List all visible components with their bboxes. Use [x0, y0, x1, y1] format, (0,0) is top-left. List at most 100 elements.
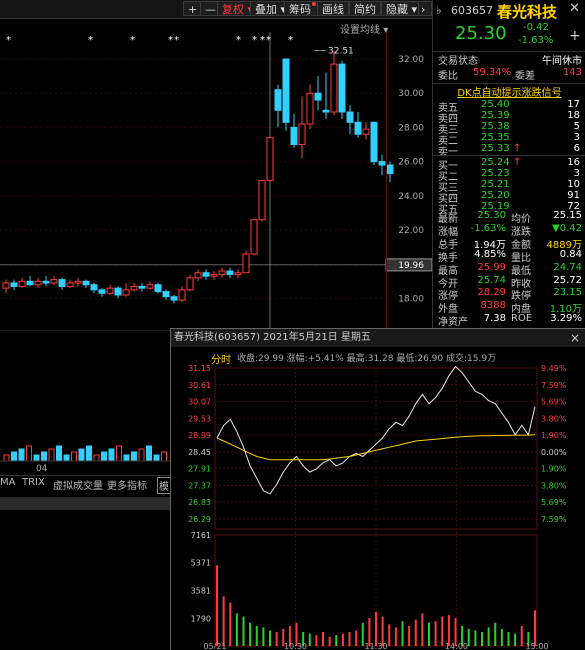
event-star-icon: *: [168, 35, 173, 46]
candle-body: [106, 287, 114, 294]
volume-bar: [161, 451, 167, 462]
arrow-up-icon: ↑: [513, 143, 522, 154]
price-axis-label: 30.07: [188, 398, 211, 407]
volume-axis-label: 7161: [191, 531, 211, 540]
candle-body: [82, 280, 90, 286]
trade-status-value: 午间休市: [542, 56, 582, 67]
candle-body: [330, 63, 338, 113]
volume-bar: [153, 454, 160, 462]
trade-status-label: 交易状态: [438, 56, 478, 67]
price-change-pct: -1.63%: [518, 35, 554, 46]
volume-bar: [56, 445, 62, 462]
indicator-tab-trix[interactable]: TRIX: [22, 477, 45, 488]
close-panel-icon[interactable]: ✕: [569, 1, 580, 16]
kline-chart[interactable]: 32.0030.0028.0026.0024.0022.0020.0018.00…: [0, 32, 432, 332]
popup-title: 春光科技(603657) 2021年5月21日 星期五: [174, 332, 371, 343]
volume-bar: [123, 454, 130, 462]
candle-body: [138, 285, 146, 289]
indicator-tab-ma[interactable]: MA: [0, 477, 15, 488]
event-star-icon: *: [174, 35, 179, 46]
candle-body: [234, 272, 242, 275]
stat-row: 外盘 8388 内盘 1.10万: [433, 300, 585, 315]
indicator-tab-mo[interactable]: 模: [157, 477, 171, 494]
add-watchlist-icon[interactable]: +: [569, 28, 581, 44]
weibi-value: 59.34%: [473, 67, 512, 78]
candle-body: [66, 282, 74, 287]
stock-name: 春光科技: [497, 3, 558, 21]
order-volume: 10: [567, 179, 580, 190]
candle-body: [322, 109, 330, 113]
candle-body: [18, 280, 26, 287]
pct-axis-label: 7.59%: [541, 515, 567, 524]
popup-titlebar[interactable]: 春光科技(603657) 2021年5月21日 星期五 ×: [171, 329, 585, 347]
volume-bar: [131, 451, 137, 462]
close-icon[interactable]: ×: [570, 329, 580, 347]
volume-bar: [48, 448, 55, 462]
order-price: 25.40: [481, 99, 510, 110]
bell-icon[interactable]: ♭: [436, 3, 446, 17]
volume-bar: [63, 454, 70, 462]
stock-code: 603657: [451, 4, 493, 17]
pct-axis-label: 1.90%: [541, 465, 567, 474]
price-axis: [386, 32, 433, 332]
stat-value: 4.85%: [474, 248, 506, 260]
horizontal-scrollbar[interactable]: [0, 497, 170, 510]
volume-bar: [26, 445, 32, 462]
price-axis-label: 31.15: [188, 364, 211, 373]
event-star-icon: *: [260, 35, 265, 46]
stat-value: 0.84: [559, 248, 582, 260]
yincang-button[interactable]: 隐藏 ▾: [381, 1, 423, 16]
event-star-icon: *: [130, 35, 135, 46]
date-axis-label: 04: [36, 464, 48, 474]
volume-bar: [11, 451, 17, 462]
candle-body: [250, 219, 258, 255]
candle-body: [378, 161, 386, 166]
price-axis-label: 26.29: [188, 515, 211, 524]
stat-value: 8388: [480, 300, 506, 312]
order-volume: 5: [573, 121, 580, 132]
candle-body: [50, 279, 58, 284]
candle-body: [146, 284, 154, 289]
order-volume: 18: [567, 110, 580, 121]
intraday-chart[interactable]: 31.15 9.49% 30.61 7.59% 30.07 5.69% 29.53 3.80%…: [171, 363, 585, 650]
order-volume: 91: [567, 190, 580, 201]
volume-bar: [93, 454, 100, 462]
chouma-button[interactable]: 筹码: [284, 1, 321, 16]
order-price: 25.21: [481, 179, 510, 190]
stat-value: 25.15: [553, 210, 582, 221]
stat-row: 最高 25.99 最低 24.74: [433, 261, 585, 277]
expand-right-icon[interactable]: ›: [418, 1, 432, 16]
event-star-icon: *: [252, 35, 257, 46]
candle-body: [338, 63, 346, 113]
stat-value: 23.15: [553, 287, 582, 299]
candle-body: [298, 123, 306, 146]
stat-value: ▼0.42: [552, 222, 582, 234]
indicator-tab-virtual-volume[interactable]: 虚拟成交量: [53, 477, 103, 492]
diejia-label: 叠加: [255, 3, 277, 16]
order-price: 25.20: [481, 190, 510, 201]
candle-body: [242, 253, 250, 274]
event-star-icon: *: [88, 35, 93, 46]
pct-axis-label: 3.80%: [541, 481, 567, 490]
candle-body: [370, 121, 378, 163]
huaxian-button[interactable]: 画线: [317, 1, 349, 16]
candle-body: [178, 289, 186, 301]
stat-row: 总手 1.94万 金额 4889万: [433, 236, 585, 251]
candle-body: [90, 284, 98, 291]
candle-body: [306, 92, 314, 125]
stat-value: 24.74: [553, 261, 582, 273]
volume-bar: [18, 448, 25, 462]
indicator-tab-more[interactable]: 更多指标: [107, 477, 147, 492]
order-volume: 3: [573, 132, 580, 143]
yincang-label: 隐藏: [386, 3, 408, 16]
arrow-up-icon: ↑: [513, 157, 522, 168]
candle-body: [154, 284, 162, 293]
pct-axis-label: 5.69%: [541, 398, 567, 407]
jianyue-button[interactable]: 简约: [349, 1, 381, 16]
intraday-popup: 春光科技(603657) 2021年5月21日 星期五 × 分时 收盘:29.9…: [170, 328, 585, 650]
signal-link[interactable]: DK点自动提示涨跌信号: [433, 83, 585, 99]
weibi-row: 委比 59.34% 委差 143: [433, 67, 585, 82]
candle-body: [186, 277, 194, 291]
stat-label: ROE: [511, 313, 533, 325]
candle-body: [266, 137, 274, 181]
